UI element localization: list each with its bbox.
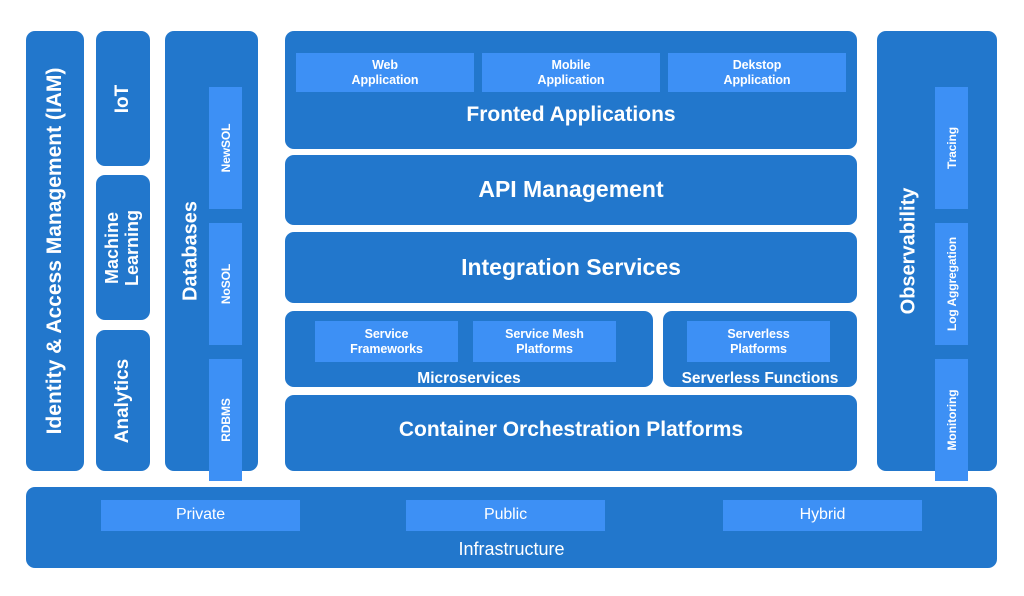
serverless-functions-band: Serverless Platforms Serverless Functions bbox=[663, 311, 857, 387]
database-chip-rdbms: RDBMS bbox=[209, 359, 242, 481]
database-label-rdbms: RDBMS bbox=[218, 398, 233, 442]
container-orchestration-band: Container Orchestration Platforms bbox=[285, 395, 857, 471]
serverless-functions-label: Serverless Functions bbox=[681, 370, 839, 387]
capability-label-analytics: Analytics bbox=[112, 358, 133, 443]
observability-chip-monitoring: Monitoring bbox=[935, 359, 968, 481]
api-management-label: API Management bbox=[478, 176, 664, 202]
database-chip-newsol: NewSOL bbox=[209, 87, 242, 209]
infrastructure-label: Infrastructure bbox=[458, 539, 565, 559]
frontend-chip-mobile-application: Mobile Application bbox=[482, 53, 660, 92]
frontend-chip-web-application: Web Application bbox=[296, 53, 474, 92]
database-chip-nosol: NoSOL bbox=[209, 223, 242, 345]
frontend-applications-label: Fronted Applications bbox=[466, 103, 676, 126]
frontend-applications-band: Web Application Mobile Application Dekstop… bbox=[285, 31, 857, 149]
iam-column: Identity & Access Management (IAM) bbox=[26, 31, 84, 471]
container-orchestration-label: Container Orchestration Platforms bbox=[398, 418, 744, 441]
observability-chip-tracing: Tracing bbox=[935, 87, 968, 209]
infrastructure-chip-private: Private bbox=[101, 500, 300, 531]
observability-label-tracing: Tracing bbox=[944, 127, 959, 169]
capability-label-iot: IoT bbox=[112, 84, 133, 113]
database-label-newsol: NewSOL bbox=[218, 123, 233, 173]
observability-chip-log-aggregation: Log Aggregation bbox=[935, 223, 968, 345]
iam-label: Identity & Access Management (IAM) bbox=[43, 67, 66, 435]
observability-label-log-aggregation: Log Aggregation bbox=[944, 236, 959, 332]
microservices-chip-service-frameworks: Service Frameworks bbox=[315, 321, 458, 362]
database-label-nosol: NoSOL bbox=[218, 263, 233, 305]
observability-column: Observability Tracing Log Aggregation Mo… bbox=[877, 31, 997, 481]
serverless-chip-serverless-platforms: Serverless Platforms bbox=[687, 321, 830, 362]
capability-card-machine-learning: Machine Learning bbox=[96, 175, 150, 320]
infrastructure-band: Private Public Hybrid Infrastructure bbox=[26, 487, 997, 568]
databases-label: Databases bbox=[179, 200, 202, 302]
databases-column: Databases NewSOL NoSOL RDBMS bbox=[165, 31, 258, 481]
microservices-chip-service-mesh-platforms: Service Mesh Platforms bbox=[473, 321, 616, 362]
architecture-diagram: Identity & Access Management (IAM) IoT M… bbox=[0, 0, 1024, 596]
capability-card-analytics: Analytics bbox=[96, 330, 150, 471]
infrastructure-chip-public: Public bbox=[406, 500, 605, 531]
frontend-chip-desktop-application: Dekstop Application bbox=[668, 53, 846, 92]
api-management-band: API Management bbox=[285, 155, 857, 225]
microservices-label: Microservices bbox=[417, 370, 521, 387]
microservices-band: Service Frameworks Service Mesh Platforms … bbox=[285, 311, 653, 387]
infrastructure-chip-hybrid: Hybrid bbox=[723, 500, 922, 531]
integration-services-band: Integration Services bbox=[285, 232, 857, 303]
capability-card-iot: IoT bbox=[96, 31, 150, 166]
integration-services-label: Integration Services bbox=[461, 254, 681, 280]
capability-label-machine-learning: Machine Learning bbox=[102, 209, 142, 286]
observability-label-monitoring: Monitoring bbox=[944, 389, 959, 451]
observability-label: Observability bbox=[897, 187, 920, 315]
